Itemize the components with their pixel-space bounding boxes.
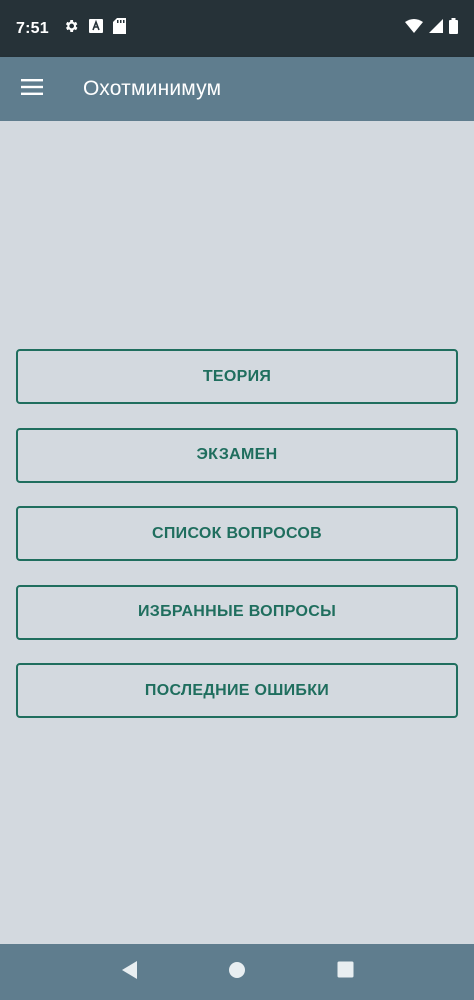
favorite-questions-button[interactable]: ИЗБРАННЫЕ ВОПРОСЫ xyxy=(16,584,458,640)
theory-button[interactable]: ТЕОРИЯ xyxy=(16,349,458,404)
status-icons-right xyxy=(405,18,458,39)
status-time: 7:51 xyxy=(16,19,49,37)
home-button[interactable] xyxy=(217,952,257,992)
battery-icon xyxy=(449,18,458,39)
app-title: Охотминимум xyxy=(83,77,222,100)
home-icon xyxy=(228,961,246,984)
main-content: ТЕОРИЯ ЭКЗАМЕН СПИСОК ВОПРОСОВ ИЗБРАННЫЕ… xyxy=(0,121,474,944)
recent-mistakes-button[interactable]: ПОСЛЕДНИЕ ОШИБКИ xyxy=(16,663,458,718)
status-icons-left xyxy=(63,18,126,39)
a-icon xyxy=(88,19,103,38)
exam-button[interactable]: ЭКЗАМЕН xyxy=(16,427,458,483)
navigation-bar xyxy=(0,944,474,1000)
back-icon xyxy=(120,960,138,985)
signal-icon xyxy=(429,19,443,38)
hamburger-menu-button[interactable] xyxy=(0,57,64,121)
question-list-button[interactable]: СПИСОК ВОПРОСОВ xyxy=(16,506,458,561)
recents-icon xyxy=(337,961,354,983)
menu-list: ТЕОРИЯ ЭКЗАМЕН СПИСОК ВОПРОСОВ ИЗБРАННЫЕ… xyxy=(16,349,458,742)
wifi-icon xyxy=(405,19,423,38)
settings-icon xyxy=(63,18,79,39)
sd-card-icon xyxy=(112,18,126,39)
status-bar: 7:51 xyxy=(0,0,474,57)
recents-button[interactable] xyxy=(325,952,365,992)
back-button[interactable] xyxy=(109,952,149,992)
app-bar: Охотминимум xyxy=(0,57,474,121)
hamburger-menu-icon xyxy=(21,78,43,100)
